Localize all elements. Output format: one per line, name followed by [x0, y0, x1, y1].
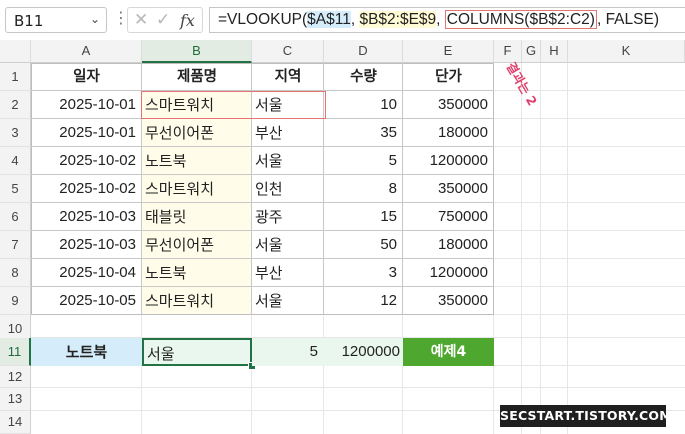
row-header-2[interactable]: 2	[0, 91, 31, 119]
col-header-g[interactable]: G	[522, 40, 541, 63]
cell-qty[interactable]: 8	[324, 175, 403, 203]
row-header-13[interactable]: 13	[0, 388, 31, 411]
cell-product[interactable]: 무선이어폰	[142, 119, 252, 147]
row-header-1[interactable]: 1	[0, 63, 31, 91]
example-label-cell[interactable]: 예제4	[403, 338, 494, 366]
formula-ref-lookup: $A$11	[307, 11, 351, 28]
insert-function-icon[interactable]: fx	[180, 11, 195, 30]
cell-date[interactable]: 2025-10-02	[31, 147, 142, 175]
cell-qty[interactable]: 12	[324, 287, 403, 315]
cell-product[interactable]: 태블릿	[142, 203, 252, 231]
cell-date[interactable]: 2025-10-01	[31, 119, 142, 147]
cell-region[interactable]: 서울	[252, 91, 324, 119]
header-price[interactable]: 단가	[403, 63, 494, 91]
watermark: SECSTART.TISTORY.COM	[500, 405, 672, 427]
cell-product[interactable]: 노트북	[142, 259, 252, 287]
name-box-value: B11	[14, 12, 44, 30]
cell-product[interactable]: 스마트워치	[142, 287, 252, 315]
col-header-a[interactable]: A	[31, 40, 142, 63]
cell-price[interactable]: 1200000	[403, 147, 494, 175]
cell-date[interactable]: 2025-10-01	[31, 91, 142, 119]
cell-price[interactable]: 180000	[403, 119, 494, 147]
cell-region[interactable]: 부산	[252, 119, 324, 147]
formula-input[interactable]: =VLOOKUP($A$11, $B$2:$E$9, COLUMNS($B$2:…	[209, 7, 685, 33]
header-product[interactable]: 제품명	[142, 63, 252, 91]
cell-date[interactable]: 2025-10-02	[31, 175, 142, 203]
formula-ref-table: $B$2:$E$9	[359, 11, 437, 28]
cancel-icon[interactable]: ✕	[134, 10, 148, 30]
col-header-c[interactable]: C	[252, 40, 324, 63]
formula-part: ,	[436, 11, 445, 28]
result-annotation: 결과는 2	[503, 59, 541, 109]
cell-date[interactable]: 2025-10-04	[31, 259, 142, 287]
cell-qty[interactable]: 10	[324, 91, 403, 119]
select-all-corner[interactable]	[0, 40, 31, 63]
cell-date[interactable]: 2025-10-03	[31, 203, 142, 231]
row-header-7[interactable]: 7	[0, 231, 31, 259]
formula-part: =VLOOKUP(	[218, 11, 308, 28]
chevron-down-icon[interactable]: ⌄	[90, 12, 100, 26]
cell-region[interactable]: 인천	[252, 175, 324, 203]
cell-product[interactable]: 노트북	[142, 147, 252, 175]
cell-region[interactable]: 서울	[252, 231, 324, 259]
selected-cell-b11[interactable]: 서울	[142, 338, 252, 366]
col-header-h[interactable]: H	[541, 40, 568, 63]
row-header-5[interactable]: 5	[0, 175, 31, 203]
confirm-icon[interactable]: ✓	[156, 10, 170, 30]
formula-part: , FALSE)	[596, 11, 659, 28]
row-header-3[interactable]: 3	[0, 119, 31, 147]
header-date[interactable]: 일자	[31, 63, 142, 91]
cell-product[interactable]: 스마트워치	[142, 175, 252, 203]
formula-ref-columns: COLUMNS($B$2:C2)	[444, 10, 597, 29]
header-qty[interactable]: 수량	[324, 63, 403, 91]
lookup-qty-cell[interactable]: 5	[252, 338, 324, 366]
cell-region[interactable]: 부산	[252, 259, 324, 287]
formula-controls: ✕ ✓ fx	[127, 7, 203, 33]
col-header-b[interactable]: B	[142, 40, 252, 63]
cell-qty[interactable]: 5	[324, 147, 403, 175]
lookup-price-cell[interactable]: 1200000	[324, 338, 403, 366]
cell-region[interactable]: 서울	[252, 287, 324, 315]
cell-qty[interactable]: 50	[324, 231, 403, 259]
formula-text: =VLOOKUP($A$11, $B$2:$E$9, COLUMNS($B$2:…	[218, 10, 659, 29]
cell-product[interactable]: 스마트워치	[142, 91, 252, 119]
cell-region[interactable]: 광주	[252, 203, 324, 231]
formula-bar: B11 ⌄ ⋮ ✕ ✓ fx =VLOOKUP($A$11, $B$2:$E$9…	[0, 0, 685, 40]
col-header-k[interactable]: K	[568, 40, 685, 63]
row-header-12[interactable]: 12	[0, 366, 31, 388]
name-box[interactable]: B11 ⌄	[5, 7, 107, 33]
row-header-11[interactable]: 11	[0, 338, 31, 366]
row-header-9[interactable]: 9	[0, 287, 31, 315]
row-header-6[interactable]: 6	[0, 203, 31, 231]
row-header-8[interactable]: 8	[0, 259, 31, 287]
cell-price[interactable]: 350000	[403, 175, 494, 203]
cell-date[interactable]: 2025-10-03	[31, 231, 142, 259]
cell-qty[interactable]: 3	[324, 259, 403, 287]
cell-region[interactable]: 서울	[252, 147, 324, 175]
col-header-d[interactable]: D	[324, 40, 403, 63]
cell-price[interactable]: 350000	[403, 287, 494, 315]
row-header-14[interactable]: 14	[0, 411, 31, 434]
cell-price[interactable]: 180000	[403, 231, 494, 259]
lookup-key-cell[interactable]: 노트북	[31, 338, 142, 366]
cell-price[interactable]: 1200000	[403, 259, 494, 287]
cell-product[interactable]: 무선이어폰	[142, 231, 252, 259]
col-header-e[interactable]: E	[403, 40, 494, 63]
cell-qty[interactable]: 15	[324, 203, 403, 231]
row-header-4[interactable]: 4	[0, 147, 31, 175]
cell-price[interactable]: 750000	[403, 203, 494, 231]
cell-date[interactable]: 2025-10-05	[31, 287, 142, 315]
header-region[interactable]: 지역	[252, 63, 324, 91]
cell-qty[interactable]: 35	[324, 119, 403, 147]
cell-price[interactable]: 350000	[403, 91, 494, 119]
